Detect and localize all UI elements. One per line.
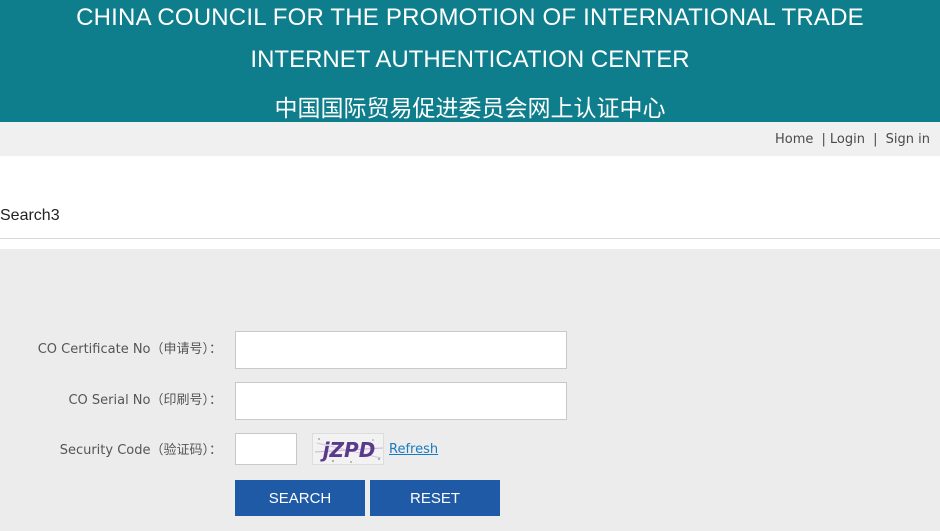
row-security-code: Security Code（验证码）： jZPD Refresh — [0, 433, 940, 473]
nav-separator: | — [873, 132, 878, 147]
security-code-label: Security Code（验证码）： — [59, 443, 222, 458]
nav-links: Home | Login | Sign in — [775, 132, 930, 147]
search-form: CO Certificate No（申请号）： CO Serial No（印刷号… — [0, 249, 940, 531]
header-title-zh: 中国国际贸易促进委员会网上认证中心 — [274, 96, 666, 122]
page-title-area: Search3 — [0, 156, 940, 239]
co-serial-label: CO Serial No（印刷号）： — [68, 393, 222, 408]
captcha-image: jZPD — [312, 433, 384, 465]
nav-signin-link[interactable]: Sign in — [886, 132, 930, 147]
security-code-input[interactable] — [235, 433, 297, 465]
captcha-graphic: jZPD — [313, 434, 383, 464]
top-nav: Home | Login | Sign in — [0, 122, 940, 156]
spacer — [0, 239, 940, 249]
nav-separator: | — [821, 132, 826, 147]
header-title-en-1: CHINA COUNCIL FOR THE PROMOTION OF INTER… — [76, 4, 864, 31]
nav-login-link[interactable]: Login — [830, 132, 865, 147]
site-header: CHINA COUNCIL FOR THE PROMOTION OF INTER… — [0, 0, 940, 122]
search-button[interactable]: SEARCH — [235, 480, 365, 516]
co-certificate-input[interactable] — [235, 331, 567, 369]
page-title: Search3 — [0, 207, 60, 224]
reset-button[interactable]: RESET — [370, 480, 500, 516]
refresh-captcha-link[interactable]: Refresh — [389, 442, 438, 457]
header-title-en-2: INTERNET AUTHENTICATION CENTER — [250, 46, 690, 73]
row-co-certificate: CO Certificate No（申请号）： — [0, 331, 940, 371]
captcha-text: jZPD — [320, 438, 376, 462]
row-co-serial: CO Serial No（印刷号）： — [0, 382, 940, 422]
co-certificate-label: CO Certificate No（申请号）： — [37, 342, 222, 357]
nav-home-link[interactable]: Home — [775, 132, 813, 147]
co-serial-input[interactable] — [235, 382, 567, 420]
